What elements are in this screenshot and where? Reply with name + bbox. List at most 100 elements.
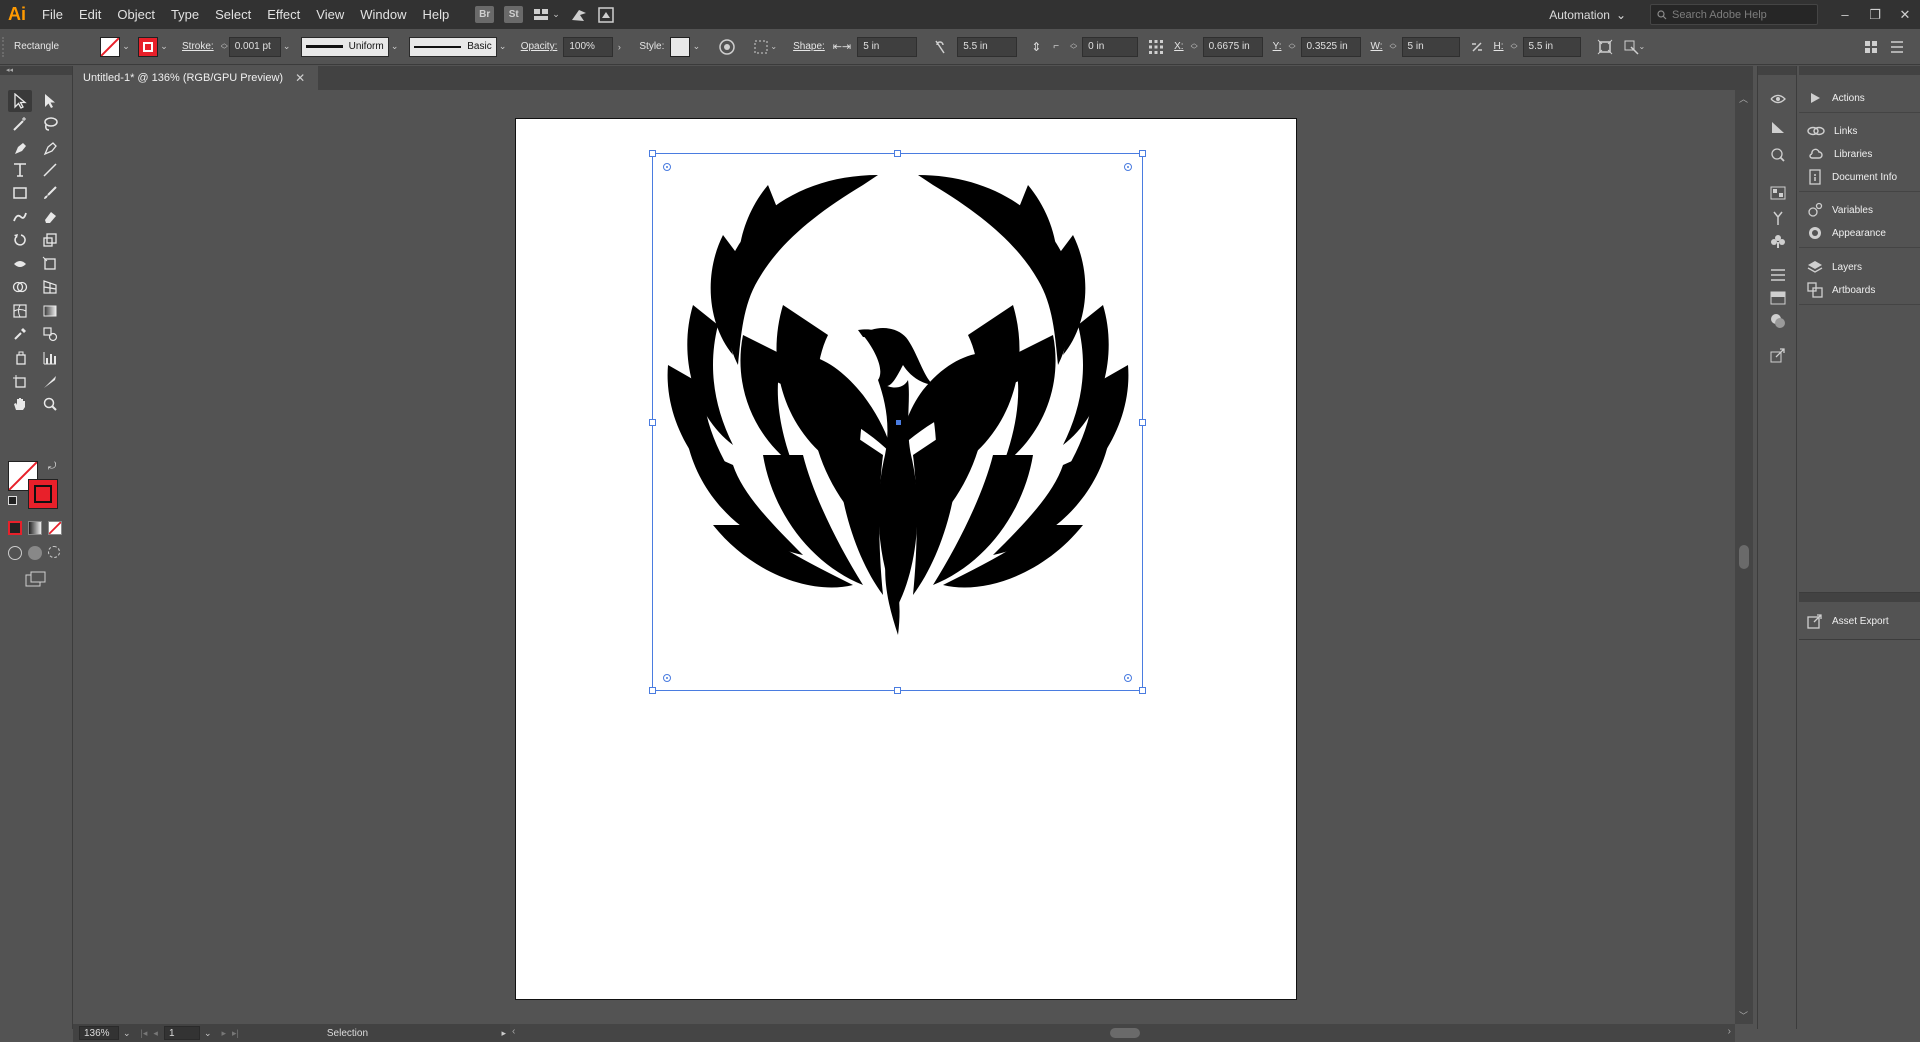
- color-guide-panel-icon[interactable]: [1768, 90, 1788, 108]
- fill-dropdown-icon[interactable]: ⌄: [120, 41, 132, 52]
- first-artboard-icon[interactable]: |◂: [141, 1028, 148, 1039]
- selection-bounding-box[interactable]: [649, 150, 1146, 694]
- menu-object[interactable]: Object: [109, 0, 163, 29]
- draw-behind-icon[interactable]: [28, 546, 42, 560]
- vertical-scroll-thumb[interactable]: [1739, 545, 1749, 569]
- live-corner-widget-top-right[interactable]: [1124, 163, 1132, 171]
- rotate-tool[interactable]: [8, 229, 32, 251]
- panel-dock-header[interactable]: [1799, 66, 1920, 75]
- w-stepper[interactable]: ︿ ﹀: [1389, 39, 1398, 55]
- link-width-height-icon[interactable]: [1470, 40, 1484, 54]
- handle-top-left[interactable]: [649, 150, 656, 157]
- asset-export-header[interactable]: [1799, 593, 1920, 602]
- live-corner-widget-bottom-right[interactable]: [1124, 674, 1132, 682]
- stroke-swatch[interactable]: [138, 36, 158, 57]
- direct-selection-tool[interactable]: [38, 90, 62, 112]
- isolate-object-icon[interactable]: ⌄: [1623, 39, 1645, 55]
- shaper-tool[interactable]: [8, 206, 32, 228]
- w-input[interactable]: 5 in: [1401, 36, 1460, 57]
- artboard-dropdown-icon[interactable]: ⌄: [204, 1028, 212, 1039]
- handle-middle-right[interactable]: [1139, 419, 1146, 426]
- zoom-tool[interactable]: [38, 393, 62, 415]
- menu-window[interactable]: Window: [352, 0, 414, 29]
- symbols-panel-icon[interactable]: [1768, 184, 1788, 202]
- line-segment-tool[interactable]: [38, 159, 62, 181]
- variables-panel-tab[interactable]: Variables: [1807, 200, 1873, 220]
- pen-tool[interactable]: [8, 137, 32, 159]
- opacity-label[interactable]: Opacity:: [521, 41, 558, 52]
- paintbrush-tool[interactable]: [38, 182, 62, 204]
- stroke-label[interactable]: Stroke:: [182, 41, 214, 52]
- x-input[interactable]: 0.6675 in: [1202, 36, 1263, 57]
- stroke-weight-dropdown-icon[interactable]: ⌄: [281, 41, 293, 52]
- stroke-weight-stepper[interactable]: ︿ ﹀: [220, 39, 229, 55]
- export-panel-icon[interactable]: [1768, 346, 1788, 364]
- artboards-panel-tab[interactable]: Artboards: [1807, 280, 1875, 300]
- opacity-arrow-icon[interactable]: ›: [613, 42, 625, 52]
- variable-width-dropdown-icon[interactable]: ⌄: [389, 41, 401, 52]
- transform-icon[interactable]: [1597, 39, 1613, 55]
- links-panel-tab[interactable]: Links: [1807, 121, 1857, 141]
- panel-menu-icon[interactable]: [1890, 40, 1906, 54]
- opacity-input[interactable]: 100%: [563, 36, 614, 57]
- handle-bottom-left[interactable]: [649, 687, 656, 694]
- zoom-dropdown-icon[interactable]: ⌄: [123, 1028, 131, 1039]
- hand-tool[interactable]: [8, 393, 32, 415]
- horizontal-scrollbar[interactable]: ‹ ›: [510, 1024, 1735, 1042]
- libraries-panel-tab[interactable]: Libraries: [1807, 144, 1872, 164]
- handle-bottom-center[interactable]: [894, 687, 901, 694]
- appearance-panel-tab[interactable]: Appearance: [1807, 223, 1886, 243]
- magic-wand-tool[interactable]: [8, 113, 32, 135]
- horizontal-scroll-thumb[interactable]: [1110, 1028, 1140, 1038]
- menu-help[interactable]: Help: [414, 0, 457, 29]
- style-dropdown-icon[interactable]: ⌄: [690, 41, 702, 52]
- w-label[interactable]: W:: [1371, 41, 1383, 52]
- x-stepper[interactable]: ︿ ﹀: [1190, 39, 1199, 55]
- status-menu-icon[interactable]: ▸: [501, 1028, 506, 1039]
- column-graph-tool[interactable]: [38, 347, 62, 369]
- close-window-button[interactable]: ✕: [1890, 0, 1920, 29]
- selection-tool[interactable]: [8, 90, 32, 112]
- menu-type[interactable]: Type: [163, 0, 207, 29]
- menu-file[interactable]: File: [34, 0, 71, 29]
- search-help-field[interactable]: Search Adobe Help: [1650, 4, 1818, 25]
- free-transform-tool[interactable]: [38, 253, 62, 275]
- minimize-button[interactable]: –: [1830, 0, 1860, 29]
- eraser-tool[interactable]: [38, 206, 62, 228]
- blend-tool[interactable]: [38, 323, 62, 345]
- y-input[interactable]: 0.3525 in: [1300, 36, 1361, 57]
- shape-builder-tool[interactable]: [8, 276, 32, 298]
- puppet-warp-panel-icon[interactable]: [1768, 209, 1788, 227]
- menu-view[interactable]: View: [308, 0, 352, 29]
- brush-definition[interactable]: Basic: [408, 36, 497, 57]
- lasso-tool[interactable]: [38, 113, 62, 135]
- handle-top-right[interactable]: [1139, 150, 1146, 157]
- canvas-area[interactable]: [73, 90, 1735, 1024]
- draw-normal-icon[interactable]: [8, 546, 22, 560]
- live-corner-widget-bottom-left[interactable]: [663, 674, 671, 682]
- scroll-down-icon[interactable]: ﹀: [1739, 1009, 1748, 1022]
- shape-width-input[interactable]: 5 in: [857, 36, 918, 57]
- slice-tool[interactable]: [38, 371, 62, 393]
- corner-type-icon[interactable]: ⌐: [1053, 41, 1059, 52]
- last-artboard-icon[interactable]: ▸|: [232, 1028, 239, 1039]
- actions-panel-tab[interactable]: Actions: [1807, 88, 1865, 108]
- fill-swatch[interactable]: [100, 36, 120, 57]
- shape-height-input[interactable]: 5.5 in: [957, 36, 1018, 57]
- h-label[interactable]: H:: [1494, 41, 1504, 52]
- artboard-tool[interactable]: [8, 371, 32, 393]
- gradient-mode-button[interactable]: [28, 521, 42, 535]
- width-tool[interactable]: [8, 253, 32, 275]
- scroll-up-icon[interactable]: ︿: [1739, 92, 1748, 105]
- constrain-proportions-icon[interactable]: [933, 39, 947, 55]
- menu-select[interactable]: Select: [207, 0, 259, 29]
- bridge-button[interactable]: Br: [475, 6, 495, 23]
- document-tab[interactable]: Untitled-1* @ 136% (RGB/GPU Preview) ✕: [73, 66, 318, 90]
- artboard-number-field[interactable]: 1: [163, 1026, 200, 1040]
- tools-panel-header[interactable]: ◂◂: [0, 66, 72, 75]
- transparency-panel-icon[interactable]: [1768, 289, 1788, 307]
- next-artboard-icon[interactable]: ▸: [221, 1028, 226, 1039]
- swap-fill-stroke-icon[interactable]: ⤾: [48, 461, 56, 472]
- curvature-tool[interactable]: [38, 137, 62, 159]
- asset-export-panel-tab[interactable]: Asset Export: [1807, 611, 1889, 631]
